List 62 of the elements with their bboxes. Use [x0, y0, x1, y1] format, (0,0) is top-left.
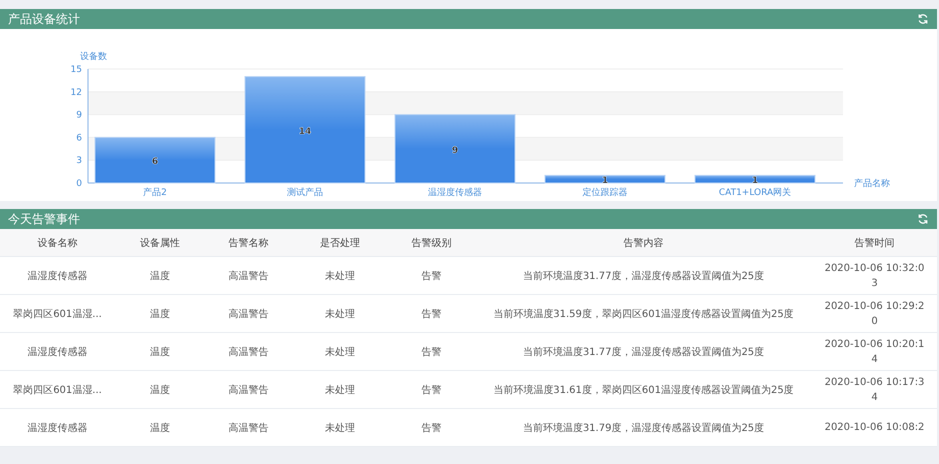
table-cell-text: 未处理: [324, 422, 356, 434]
category-label: CAT1+LORA网关: [718, 188, 792, 198]
y-tick-label: 15: [70, 65, 82, 75]
table-cell-text: 高温警告: [228, 384, 270, 396]
table-cell-text: 告警: [420, 346, 442, 358]
panel-title: 产品设备统计: [8, 10, 80, 28]
y-tick-label: 6: [76, 133, 82, 144]
y-tick-label: 0: [76, 179, 82, 189]
table-cell-text: 告警: [420, 384, 442, 396]
table-cell-text: 翠岗四区601温湿...: [12, 308, 103, 320]
y-tick-label: 3: [76, 156, 82, 166]
table-cell-text: 告警: [420, 422, 442, 434]
table-cell-text: 2020-10-06 10:17:34: [824, 376, 926, 404]
table-cell-text: 温度: [149, 346, 171, 358]
y-tick-label: 9: [76, 110, 82, 121]
refresh-icon[interactable]: [917, 213, 929, 225]
category-label: 产品2: [143, 188, 167, 198]
category-label: 定位跟踪器: [582, 188, 628, 198]
table-cell-text: 2020-10-06 10:29:20: [824, 300, 926, 328]
column-header: 是否处理: [319, 236, 361, 250]
category-label: 温湿度传感器: [428, 188, 482, 198]
refresh-icon[interactable]: [917, 13, 929, 25]
table-cell-text: 温度: [149, 422, 171, 434]
column-header: 告警级别: [410, 236, 452, 250]
table-cell-text: 未处理: [324, 384, 356, 396]
table-cell-text: 温湿度传感器: [26, 422, 88, 434]
category-label: 测试产品: [287, 188, 323, 198]
table-cell-text: 温度: [149, 270, 171, 282]
panel-title: 今天告警事件: [8, 210, 80, 228]
x-axis-title: 产品名称: [854, 179, 890, 189]
table-cell-text: 当前环境温度31.79度，温湿度传感器设置阈值为25度: [522, 422, 766, 434]
column-header: 告警名称: [228, 236, 270, 250]
y-tick-label: 12: [70, 88, 82, 98]
table-cell-text: 高温警告: [228, 422, 270, 434]
table-cell-text: 翠岗四区601温湿...: [12, 384, 103, 396]
data-label: 14: [298, 126, 312, 137]
column-header: 告警内容: [622, 236, 664, 250]
table-cell-text: 高温警告: [228, 346, 270, 358]
column-header: 设备属性: [139, 236, 181, 250]
table-cell-text: 当前环境温度31.77度，温湿度传感器设置阈值为25度: [522, 270, 766, 282]
table-cell-text: 告警: [420, 270, 442, 282]
table-cell-text: 告警: [420, 308, 442, 320]
column-header: 告警时间: [854, 236, 896, 250]
table-cell-text: 2020-10-06 10:32:03: [824, 262, 926, 290]
data-label: 6: [152, 157, 158, 168]
table-cell-text: 2020-10-06 10:20:14: [824, 338, 926, 366]
table-cell-text: 高温警告: [228, 270, 270, 282]
table-cell-text: 高温警告: [228, 308, 270, 320]
y-axis-title: 设备数: [80, 52, 107, 62]
table-cell-text: 温度: [149, 308, 171, 320]
table-cell-text: 2020-10-06 10:08:2: [824, 421, 926, 435]
column-header: 设备名称: [36, 236, 78, 250]
table-cell-text: 未处理: [324, 270, 356, 282]
table-cell-text: 温湿度传感器: [26, 346, 88, 358]
data-label: 9: [452, 146, 458, 156]
table-cell-text: 温湿度传感器: [26, 270, 88, 282]
table-cell-text: 当前环境温度31.77度，温湿度传感器设置阈值为25度: [522, 346, 766, 358]
table-cell-text: 未处理: [324, 346, 356, 358]
table-cell-text: 未处理: [324, 308, 356, 320]
table-cell-text: 温度: [149, 384, 171, 396]
table-cell-text: 当前环境温度31.61度，翠岗四区601温湿度传感器设置阈值为25度: [492, 384, 795, 396]
table-cell-text: 当前环境温度31.59度，翠岗四区601温湿度传感器设置阈值为25度: [492, 308, 795, 320]
